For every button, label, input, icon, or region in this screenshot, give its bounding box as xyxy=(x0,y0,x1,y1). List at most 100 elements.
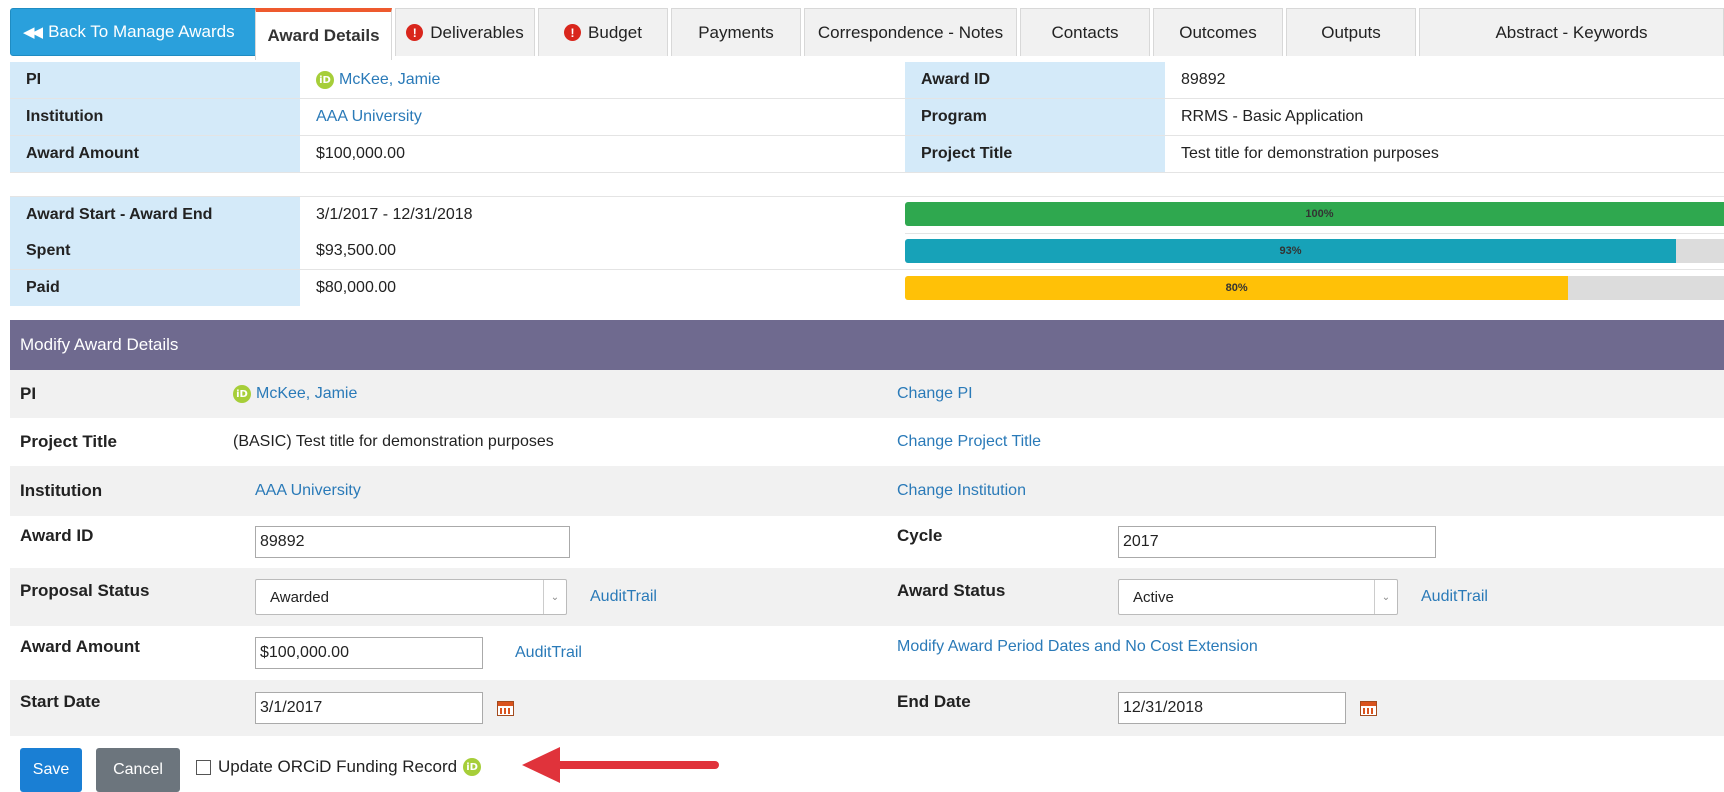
spent-progress-fill: 93% xyxy=(905,239,1676,263)
modify-institution-label: Institution xyxy=(20,481,103,500)
project-title-label: Project Title xyxy=(905,136,1165,172)
end-date-input[interactable] xyxy=(1118,692,1346,724)
tab-label: Contacts xyxy=(1051,22,1119,42)
annotation-arrow-icon xyxy=(522,747,719,783)
modify-amount-label: Award Amount xyxy=(20,637,140,656)
change-project-title-link[interactable]: Change Project Title xyxy=(897,433,1041,451)
tab-contacts[interactable]: Contacts xyxy=(1020,8,1150,56)
spent-label: Spent xyxy=(10,233,300,269)
update-orcid-text: Update ORCiD Funding Record xyxy=(218,757,458,776)
award-id-label: Award ID xyxy=(905,62,1165,98)
tab-label: Abstract - Keywords xyxy=(1495,22,1648,42)
cycle-input[interactable] xyxy=(1118,526,1436,558)
modify-institution-link[interactable]: AAA University xyxy=(255,482,361,500)
orcid-icon: iD xyxy=(316,71,334,89)
proposal-status-audit-trail-link[interactable]: AuditTrail xyxy=(590,588,657,606)
start-date-calendar-icon[interactable] xyxy=(497,700,514,716)
start-date-input[interactable] xyxy=(255,692,483,724)
modify-award-period-link[interactable]: Modify Award Period Dates and No Cost Ex… xyxy=(897,638,1258,656)
summary-row-pi: PI iD McKee, Jamie Award ID 89892 xyxy=(10,62,1724,99)
project-title-value: Test title for demonstration purposes xyxy=(1165,136,1724,172)
modify-row-pi: PI iD McKee, Jamie Change PI xyxy=(10,370,1724,418)
modify-pi-value[interactable]: iD McKee, Jamie xyxy=(233,370,357,418)
tab-deliverables[interactable]: ! Deliverables xyxy=(395,8,535,56)
update-orcid-checkbox[interactable] xyxy=(196,760,211,775)
error-icon: ! xyxy=(564,24,582,41)
tab-label: Correspondence - Notes xyxy=(817,22,1004,42)
tab-label: Payments xyxy=(698,22,774,42)
back-button-label: Back To Manage Awards xyxy=(48,22,235,41)
tab-budget[interactable]: ! Budget xyxy=(538,8,668,56)
paid-progress-bar: 80% xyxy=(905,276,1724,300)
award-progress: Award Start - Award End 3/1/2017 - 12/31… xyxy=(10,196,1724,316)
orcid-icon: iD xyxy=(233,385,251,403)
pi-value[interactable]: iD McKee, Jamie xyxy=(300,62,905,98)
award-id-input[interactable] xyxy=(255,526,570,558)
award-amount-value: $100,000.00 xyxy=(300,136,905,172)
cancel-button[interactable]: Cancel xyxy=(96,748,180,792)
tab-label: Outputs xyxy=(1321,22,1381,42)
award-id-value: 89892 xyxy=(1165,62,1724,98)
award-summary: PI iD McKee, Jamie Award ID 89892 Instit… xyxy=(10,62,1724,173)
institution-link[interactable]: AAA University xyxy=(316,108,422,126)
start-date-label: Start Date xyxy=(20,692,101,711)
paid-progress-fill: 80% xyxy=(905,276,1569,300)
award-status-select[interactable]: Active ⌄ xyxy=(1118,579,1398,615)
award-status-label: Award Status xyxy=(897,581,1006,600)
proposal-status-select[interactable]: Awarded ⌄ xyxy=(255,579,567,615)
modify-row-dates: Start Date End Date xyxy=(10,680,1724,736)
tab-outcomes[interactable]: Outcomes xyxy=(1153,8,1283,56)
amount-audit-trail-link[interactable]: AuditTrail xyxy=(515,644,582,662)
time-progress-fill: 100% xyxy=(905,202,1724,226)
modify-award-details-header: Modify Award Details xyxy=(10,320,1724,370)
cycle-label: Cycle xyxy=(897,526,943,545)
award-amount-input[interactable] xyxy=(255,637,483,669)
change-pi-link[interactable]: Change PI xyxy=(897,385,973,403)
double-chevron-left-icon: ◀◀ xyxy=(23,24,43,41)
error-icon: ! xyxy=(406,24,424,41)
modify-header-title: Modify Award Details xyxy=(20,335,179,354)
back-to-manage-awards-button[interactable]: ◀◀ Back To Manage Awards xyxy=(10,8,265,56)
tab-label: Outcomes xyxy=(1179,22,1257,42)
update-orcid-label[interactable]: Update ORCiD Funding Record iD xyxy=(218,757,486,777)
save-button[interactable]: Save xyxy=(20,748,82,792)
dates-label: Award Start - Award End xyxy=(10,197,300,233)
tab-outputs[interactable]: Outputs xyxy=(1286,8,1416,56)
chevron-down-icon: ⌄ xyxy=(543,580,566,614)
annotation-arrow-head xyxy=(522,747,560,783)
institution-label: Institution xyxy=(10,99,300,135)
end-date-label: End Date xyxy=(897,692,971,711)
modify-row-status: Proposal Status Awarded ⌄ AuditTrail Awa… xyxy=(10,568,1724,626)
program-value: RRMS - Basic Application xyxy=(1165,99,1724,135)
award-amount-label: Award Amount xyxy=(10,136,300,172)
dates-value: 3/1/2017 - 12/31/2018 xyxy=(300,197,905,233)
pi-link[interactable]: McKee, Jamie xyxy=(339,71,440,89)
end-date-calendar-icon[interactable] xyxy=(1360,700,1377,716)
modify-pi-link[interactable]: McKee, Jamie xyxy=(256,385,357,403)
institution-value[interactable]: AAA University xyxy=(300,99,905,135)
modify-row-institution: Institution AAA University Change Instit… xyxy=(10,466,1724,516)
tab-abstract-keywords[interactable]: Abstract - Keywords xyxy=(1419,8,1724,56)
award-status-audit-trail-link[interactable]: AuditTrail xyxy=(1421,588,1488,606)
modify-row-amount: Award Amount AuditTrail Modify Award Per… xyxy=(10,626,1724,680)
modify-row-award-id: Award ID Cycle xyxy=(10,516,1724,568)
tab-label: Deliverables xyxy=(430,22,524,42)
time-progress-bar: 100% xyxy=(905,202,1724,226)
tab-award-details[interactable]: Award Details xyxy=(255,8,392,60)
summary-row-amount: Award Amount $100,000.00 Project Title T… xyxy=(10,136,1724,173)
program-label: Program xyxy=(905,99,1165,135)
proposal-status-value: Awarded xyxy=(270,588,329,606)
spent-progress-bar: 93% xyxy=(905,239,1724,263)
summary-row-institution: Institution AAA University Program RRMS … xyxy=(10,99,1724,136)
chevron-down-icon: ⌄ xyxy=(1374,580,1397,614)
modify-title-label: Project Title xyxy=(20,432,117,451)
modify-row-title: Project Title (BASIC) Test title for dem… xyxy=(10,418,1724,466)
tab-label: Award Details xyxy=(267,26,380,45)
proposal-status-label: Proposal Status xyxy=(20,581,150,600)
tab-payments[interactable]: Payments xyxy=(671,8,801,56)
modify-title-value: (BASIC) Test title for demonstration pur… xyxy=(233,433,554,450)
modify-award-id-label: Award ID xyxy=(20,526,94,545)
change-institution-link[interactable]: Change Institution xyxy=(897,482,1026,500)
pi-label: PI xyxy=(10,62,300,98)
tab-correspondence-notes[interactable]: Correspondence - Notes xyxy=(804,8,1017,56)
